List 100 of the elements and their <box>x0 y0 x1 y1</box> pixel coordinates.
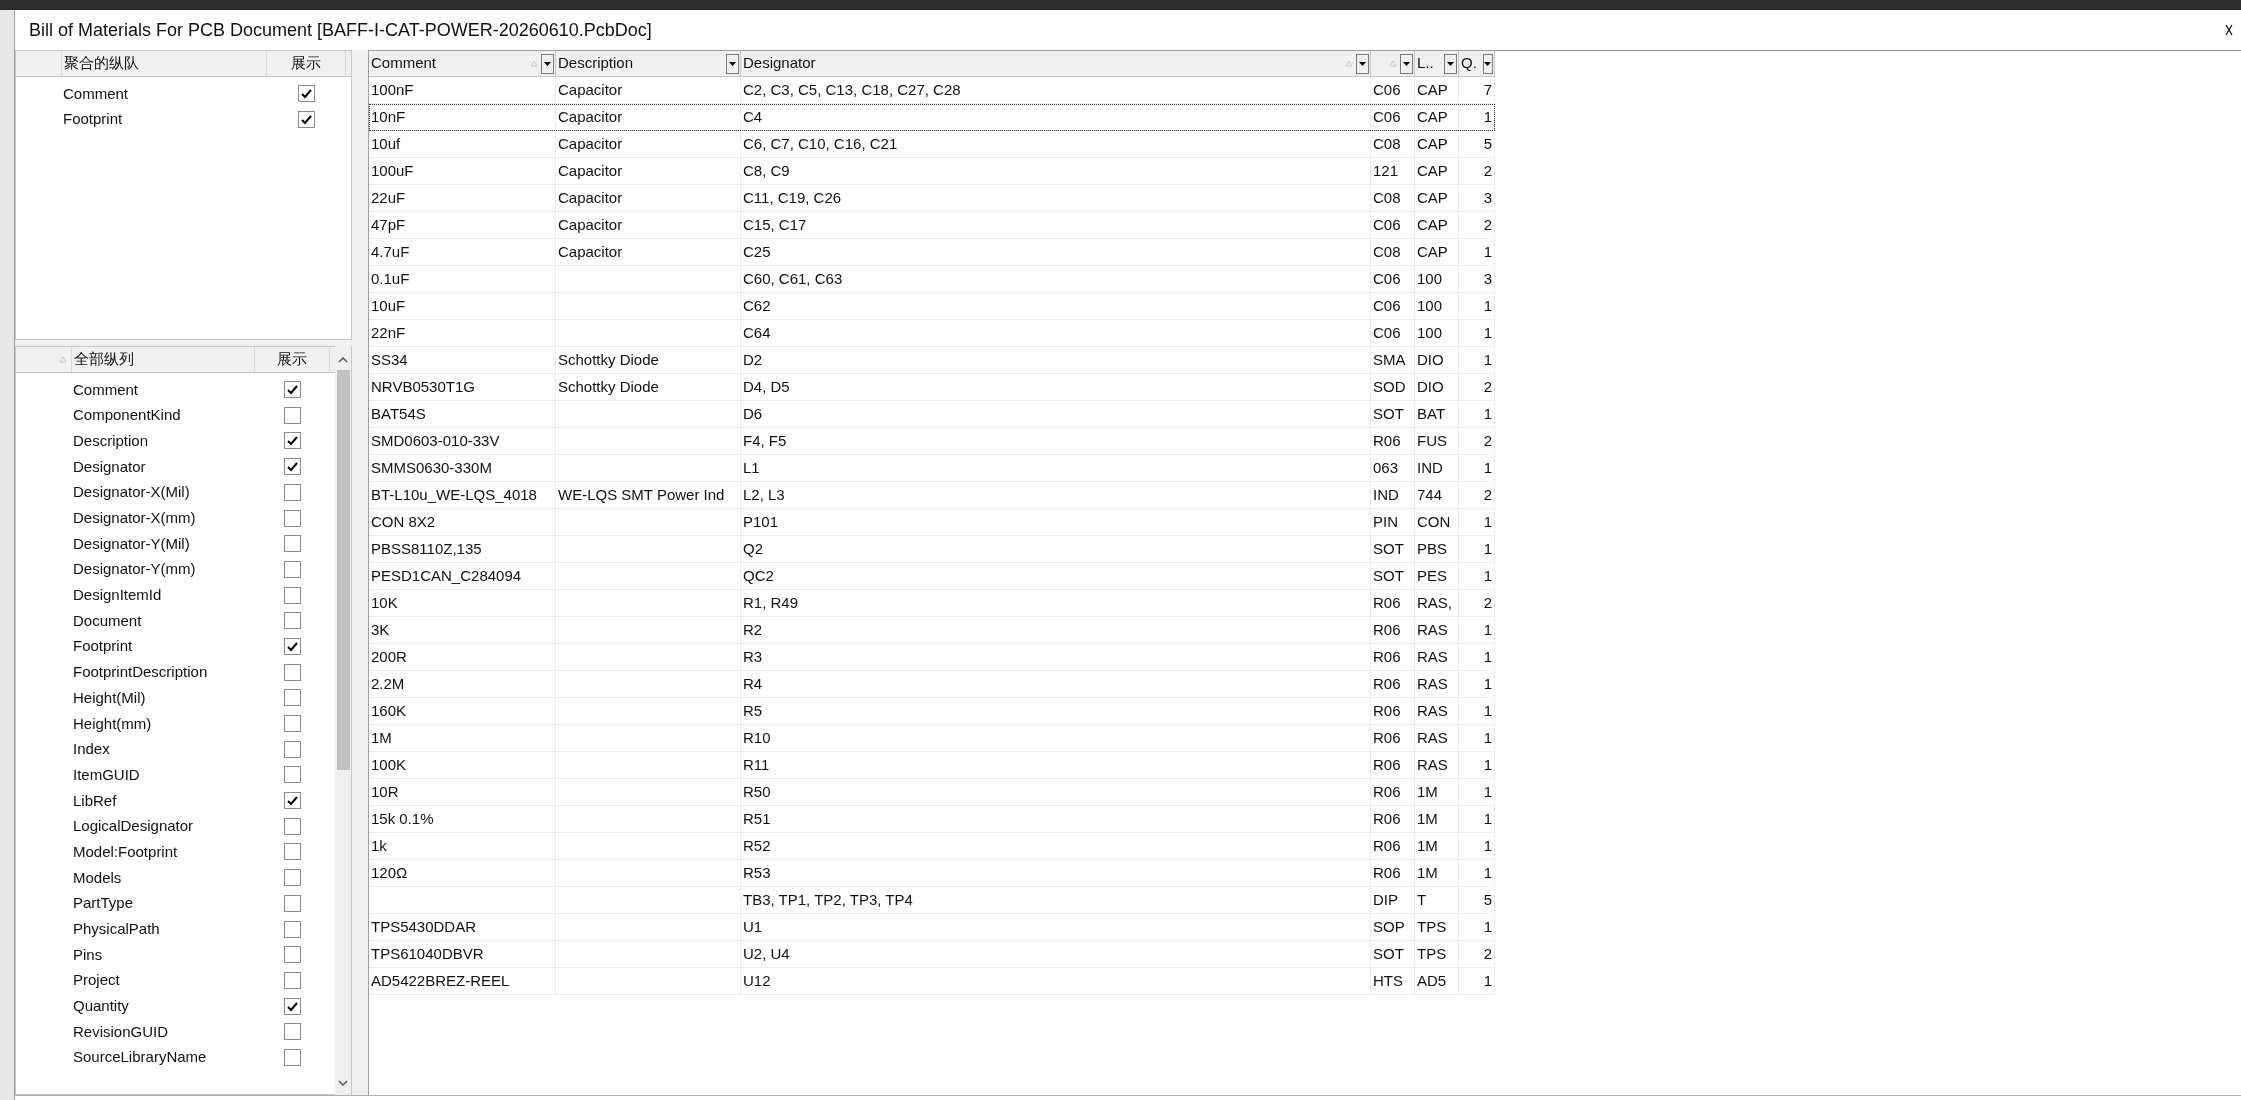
table-row[interactable]: 1M R10 R06 RAS 1 <box>369 725 1495 752</box>
table-row[interactable]: PBSS8110Z,135 Q2 SOT PBS 1 <box>369 536 1495 563</box>
table-row[interactable]: SMD0603-010-33V F4, F5 R06 FUS 2 <box>369 428 1495 455</box>
table-row[interactable]: 22nF C64 C06 100 1 <box>369 320 1495 347</box>
checkbox[interactable] <box>283 1023 301 1041</box>
table-row[interactable]: CON 8X2 P101 PIN CON 1 <box>369 509 1495 536</box>
column-header[interactable]: 展示 <box>266 51 346 76</box>
checkbox[interactable] <box>283 458 301 476</box>
designator-cell-text: C8, C9 <box>743 160 790 181</box>
quantity-cell-text: 1 <box>1483 619 1492 640</box>
table-row[interactable]: 100K R11 R06 RAS 1 <box>369 752 1495 779</box>
checkbox[interactable] <box>283 637 301 655</box>
table-row[interactable]: 100uF Capacitor C8, C9 121 CAP 2 <box>369 158 1495 185</box>
table-row[interactable]: 4.7uF Capacitor C25 C08 CAP 1 <box>369 239 1495 266</box>
checkbox[interactable] <box>283 894 301 912</box>
table-row[interactable]: BAT54S D6 SOT BAT 1 <box>369 401 1495 428</box>
column-header[interactable] <box>1371 51 1415 77</box>
table-row[interactable]: 15k 0.1% R51 R06 1M 1 <box>369 806 1495 833</box>
checkbox[interactable] <box>283 920 301 938</box>
table-row[interactable]: SMMS0630-330M L1 063 IND 1 <box>369 455 1495 482</box>
checkbox[interactable] <box>297 110 315 128</box>
table-row[interactable]: TB3, TP1, TP2, TP3, TP4 DIP T 5 <box>369 887 1495 914</box>
table-row[interactable]: AD5422BREZ-REEL U12 HTS AD5 1 <box>369 968 1495 995</box>
comment-cell-text: 160K <box>371 700 407 721</box>
checkbox[interactable] <box>283 766 301 784</box>
checkbox[interactable] <box>283 1048 301 1066</box>
checkbox[interactable] <box>283 586 301 604</box>
checkbox[interactable] <box>283 817 301 835</box>
checkbox[interactable] <box>283 740 301 758</box>
dropdown-button[interactable] <box>726 53 739 74</box>
checkbox[interactable] <box>283 843 301 861</box>
dropdown-button[interactable] <box>1444 53 1457 74</box>
column-header[interactable]: 展示 <box>254 347 330 372</box>
checkbox[interactable] <box>283 792 301 810</box>
checkbox[interactable] <box>283 406 301 424</box>
scroll-down-icon[interactable] <box>338 1079 348 1087</box>
checkbox[interactable] <box>283 971 301 989</box>
column-name: Comment <box>63 84 129 102</box>
column-name: PartType <box>73 894 134 912</box>
scrollbar-thumb[interactable] <box>336 370 350 770</box>
table-row[interactable]: 22uF Capacitor C11, C19, C26 C08 CAP 3 <box>369 185 1495 212</box>
column-header[interactable]: Q. <box>1459 51 1495 77</box>
column-header[interactable]: Designator <box>741 51 1371 77</box>
checkbox[interactable] <box>283 612 301 630</box>
libref-cell-text: CAP <box>1417 187 1448 208</box>
dropdown-button[interactable] <box>1400 53 1413 74</box>
table-row[interactable]: NRVB0530T1G Schottky Diode D4, D5 SOD DIO 2 <box>369 374 1495 401</box>
table-row[interactable]: 10K R1, R49 R06 RAS, 2 <box>369 590 1495 617</box>
column-name: Quantity <box>73 997 129 1015</box>
scroll-up-icon[interactable] <box>338 356 348 364</box>
checkbox[interactable] <box>283 869 301 887</box>
column-header[interactable]: 全部纵列 <box>71 347 254 372</box>
description-cell-text: Capacitor <box>558 160 623 181</box>
scrollbar[interactable] <box>335 346 352 1095</box>
dropdown-button[interactable] <box>541 53 554 74</box>
checkbox[interactable] <box>283 560 301 578</box>
table-row[interactable]: TPS61040DBVR U2, U4 SOT TPS 2 <box>369 941 1495 968</box>
checkbox[interactable] <box>283 381 301 399</box>
table-row[interactable]: 10nF Capacitor C4 C06 CAP 1 <box>369 104 1495 131</box>
column-header[interactable]: L.. <box>1415 51 1459 77</box>
table-row[interactable]: 10uF C62 C06 100 1 <box>369 293 1495 320</box>
table-row[interactable]: 0.1uF C60, C61, C63 C06 100 3 <box>369 266 1495 293</box>
table-row[interactable]: 1k R52 R06 1M 1 <box>369 833 1495 860</box>
comment-cell-text: 0.1uF <box>371 268 410 289</box>
column-header[interactable]: 聚合的纵队 <box>61 51 266 76</box>
checkbox[interactable] <box>297 85 315 103</box>
checkbox[interactable] <box>283 946 301 964</box>
checkbox[interactable] <box>283 997 301 1015</box>
table-row[interactable]: 47pF Capacitor C15, C17 C06 CAP 2 <box>369 212 1495 239</box>
table-row[interactable]: 10R R50 R06 1M 1 <box>369 779 1495 806</box>
table-row[interactable]: TPS5430DDAR U1 SOP TPS 1 <box>369 914 1495 941</box>
table-row[interactable]: 2.2M R4 R06 RAS 1 <box>369 671 1495 698</box>
checkbox[interactable] <box>283 663 301 681</box>
designator-cell-text: D2 <box>743 349 763 370</box>
dropdown-button[interactable] <box>1356 53 1369 74</box>
table-row[interactable]: SS34 Schottky Diode D2 SMA DIO 1 <box>369 347 1495 374</box>
checkbox[interactable] <box>283 715 301 733</box>
checkbox[interactable] <box>283 535 301 553</box>
table-row[interactable]: 3K R2 R06 RAS 1 <box>369 617 1495 644</box>
footprint-cell-text: R06 <box>1373 754 1401 775</box>
checkbox[interactable] <box>283 483 301 501</box>
comment-cell-text: 22nF <box>371 322 406 343</box>
table-row[interactable]: BT-L10u_WE-LQS_4018 WE-LQS SMT Power Ind L2, L3 IND 744 2 <box>369 482 1495 509</box>
checkbox[interactable] <box>283 509 301 527</box>
table-row[interactable]: 100nF Capacitor C2, C3, C5, C13, C18, C27, C28 C06 CAP 7 <box>369 77 1495 104</box>
dropdown-button[interactable] <box>1482 53 1493 74</box>
checkbox[interactable] <box>283 689 301 707</box>
column-header[interactable]: Comment <box>369 51 556 77</box>
table-row[interactable]: PESD1CAN_C284094 QC2 SOT PES 1 <box>369 563 1495 590</box>
close-icon[interactable] <box>2225 24 2233 36</box>
table-row[interactable]: 160K R5 R06 RAS 1 <box>369 698 1495 725</box>
checkbox[interactable] <box>283 432 301 450</box>
libref-cell-text: TPS <box>1417 943 1447 964</box>
column-header[interactable]: Description <box>556 51 741 77</box>
table-row[interactable]: 10uf Capacitor C6, C7, C10, C16, C21 C08 CAP 5 <box>369 131 1495 158</box>
designator-cell-text: C4 <box>743 106 763 127</box>
quantity-cell-text: 1 <box>1483 916 1492 937</box>
table-row[interactable]: 120Ω R53 R06 1M 1 <box>369 860 1495 887</box>
table-row[interactable]: 200R R3 R06 RAS 1 <box>369 644 1495 671</box>
designator-cell-text: R52 <box>743 835 771 856</box>
